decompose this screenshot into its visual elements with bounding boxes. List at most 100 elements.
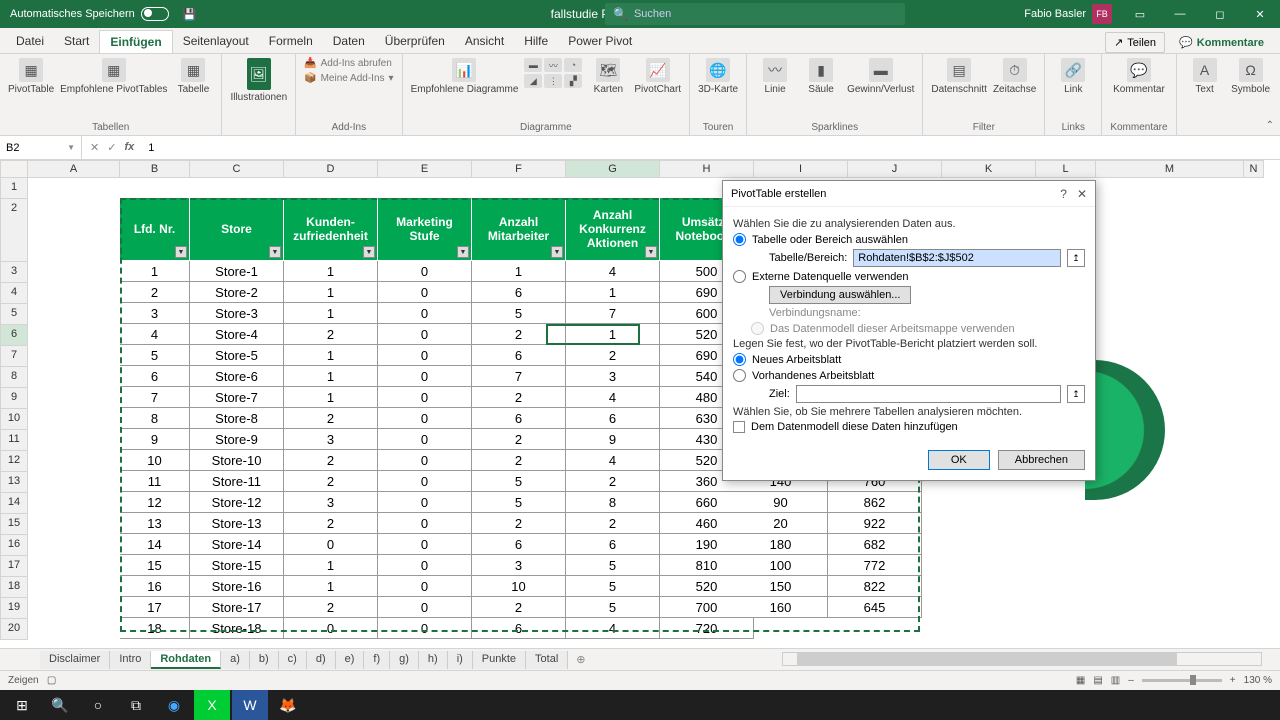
table-cell[interactable]: 12 [120, 492, 190, 513]
target-picker-button[interactable]: ↥ [1067, 385, 1085, 403]
scatter-chart-icon[interactable]: ⋮ [544, 74, 562, 88]
table-cell[interactable]: 2 [472, 450, 566, 471]
maps-button[interactable]: 🗺Karten [588, 58, 628, 95]
table-cell[interactable]: 1 [472, 261, 566, 282]
range-picker-button[interactable]: ↥ [1067, 249, 1085, 267]
accept-formula-icon[interactable]: ✓ [107, 141, 116, 154]
recommended-charts-button[interactable]: 📊Empfohlene Diagramme [411, 58, 519, 95]
table-cell[interactable]: 6 [566, 408, 660, 429]
table-cell[interactable]: 7 [472, 366, 566, 387]
table-cell[interactable]: 1 [284, 261, 378, 282]
pivottable-button[interactable]: ▦PivotTable [8, 58, 54, 95]
table-cell[interactable]: 5 [566, 576, 660, 597]
table-cell[interactable]: 16 [120, 576, 190, 597]
firefox-taskbar-icon[interactable]: 🦊 [270, 690, 306, 720]
row-header[interactable]: 14 [0, 493, 28, 514]
table-cell[interactable]: 1 [284, 282, 378, 303]
table-cell[interactable]: 2 [566, 345, 660, 366]
collapse-ribbon-button[interactable]: ⌃ [1266, 120, 1274, 131]
row-header[interactable]: 19 [0, 598, 28, 619]
3d-map-button[interactable]: 🌐3D-Karte [698, 58, 738, 95]
sheet-tab[interactable]: g) [390, 651, 419, 669]
table-cell[interactable]: Store-8 [190, 408, 284, 429]
table-cell[interactable]: 0 [284, 534, 378, 555]
row-header[interactable]: 6 [0, 325, 28, 346]
column-header[interactable]: N [1244, 160, 1264, 178]
view-layout-icon[interactable]: ▤ [1093, 675, 1102, 686]
timeline-button[interactable]: ⏱Zeitachse [993, 58, 1036, 95]
bar-chart-icon[interactable]: ▬ [524, 58, 542, 72]
row-header[interactable]: 12 [0, 451, 28, 472]
table-cell[interactable]: 10 [120, 450, 190, 471]
table-header[interactable]: Anzahl Konkurrenz Aktionen▼ [566, 198, 660, 261]
column-header[interactable]: B [120, 160, 190, 178]
sheet-tab[interactable]: e) [336, 651, 365, 669]
radio-table-range[interactable] [733, 233, 746, 246]
table-cell[interactable]: Store-9 [190, 429, 284, 450]
table-cell[interactable]: 0 [378, 513, 472, 534]
user-name[interactable]: Fabio Basler [1018, 8, 1092, 20]
table-cell[interactable]: 1 [566, 282, 660, 303]
table-cell[interactable]: 90 [734, 492, 828, 513]
table-header[interactable]: Kunden-zufriedenheit▼ [284, 198, 378, 261]
view-break-icon[interactable]: ▥ [1111, 675, 1120, 686]
table-header[interactable]: Store▼ [190, 198, 284, 261]
cancel-button[interactable]: Abbrechen [998, 450, 1085, 470]
filter-dropdown-icon[interactable]: ▼ [551, 246, 563, 258]
table-cell[interactable]: Store-18 [190, 618, 284, 639]
table-cell[interactable]: 6 [472, 618, 566, 639]
start-button[interactable]: ⊞ [4, 690, 40, 720]
filter-dropdown-icon[interactable]: ▼ [363, 246, 375, 258]
sheet-tab[interactable]: Punkte [473, 651, 526, 669]
row-header[interactable]: 11 [0, 430, 28, 451]
task-view-icon[interactable]: ⧉ [118, 690, 154, 720]
table-cell[interactable]: 100 [734, 555, 828, 576]
table-cell[interactable]: 10 [472, 576, 566, 597]
table-cell[interactable]: 2 [472, 513, 566, 534]
table-cell[interactable]: 7 [566, 303, 660, 324]
help-button[interactable]: ? [1060, 187, 1067, 201]
column-header[interactable]: G [566, 160, 660, 178]
table-cell[interactable]: 15 [120, 555, 190, 576]
zoom-slider[interactable] [1142, 679, 1222, 682]
area-chart-icon[interactable]: ◢ [524, 74, 542, 88]
row-header[interactable]: 3 [0, 262, 28, 283]
table-cell[interactable]: 0 [378, 492, 472, 513]
sheet-tab[interactable]: Rohdaten [151, 651, 221, 669]
get-addins-button[interactable]: 📥 Add-Ins abrufen [304, 58, 393, 69]
dialog-close-button[interactable]: ✕ [1077, 187, 1087, 201]
row-header[interactable]: 2 [0, 199, 28, 262]
table-cell[interactable]: 0 [378, 261, 472, 282]
column-header[interactable]: M [1096, 160, 1244, 178]
column-header[interactable]: H [660, 160, 754, 178]
column-header[interactable]: K [942, 160, 1036, 178]
table-cell[interactable]: 0 [378, 303, 472, 324]
table-cell[interactable]: 922 [828, 513, 922, 534]
table-cell[interactable]: 772 [828, 555, 922, 576]
table-cell[interactable]: 2 [472, 387, 566, 408]
row-header[interactable]: 17 [0, 556, 28, 577]
search-taskbar-icon[interactable]: 🔍 [42, 690, 78, 720]
column-header[interactable]: I [754, 160, 848, 178]
table-cell[interactable]: 645 [828, 597, 922, 618]
table-cell[interactable]: Store-1 [190, 261, 284, 282]
table-cell[interactable]: 0 [378, 534, 472, 555]
table-cell[interactable]: 9 [566, 429, 660, 450]
table-cell[interactable]: 2 [566, 471, 660, 492]
table-cell[interactable]: 0 [378, 597, 472, 618]
excel-taskbar-icon[interactable]: X [194, 690, 230, 720]
table-cell[interactable]: 0 [378, 282, 472, 303]
fx-icon[interactable]: fx [124, 141, 134, 154]
table-cell[interactable]: 8 [566, 492, 660, 513]
row-header[interactable]: 4 [0, 283, 28, 304]
row-header[interactable]: 15 [0, 514, 28, 535]
table-cell[interactable]: Store-15 [190, 555, 284, 576]
table-cell[interactable]: Store-3 [190, 303, 284, 324]
formula-input[interactable]: 1 [142, 142, 1280, 154]
row-header[interactable]: 9 [0, 388, 28, 409]
save-icon[interactable]: 💾 [183, 8, 197, 21]
table-cell[interactable]: 180 [734, 534, 828, 555]
recommended-pivot-button[interactable]: ▦Empfohlene PivotTables [60, 58, 167, 95]
app-icon[interactable]: ◉ [156, 690, 192, 720]
table-cell[interactable]: 6 [472, 345, 566, 366]
